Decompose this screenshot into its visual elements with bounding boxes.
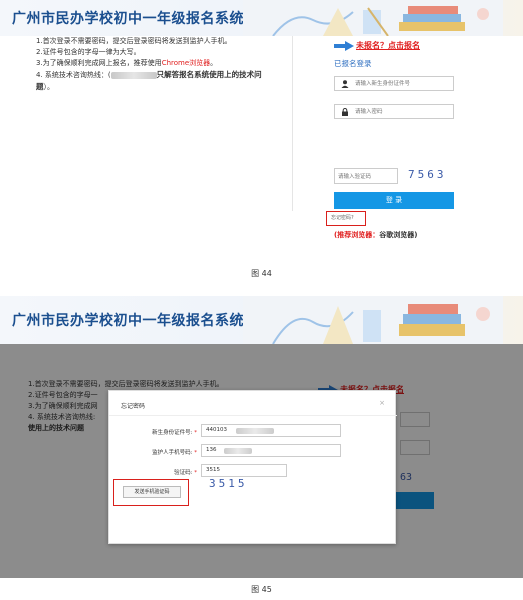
required-mark: * [192,470,197,476]
lock-icon [342,108,348,116]
phone-label-text: 监护人手机号码: [152,450,193,456]
notice-item-2: 2.证件号包含的字母一律为大写。 [36,48,141,56]
redacted-phone-suffix [224,448,252,454]
id-number-label-text: 新生身份证件号: [152,430,193,436]
id-number-input[interactable] [355,79,447,89]
dialog-captcha-image[interactable]: 3515 [209,477,248,490]
forgot-password-dialog: 忘记密码 × 新生身份证件号: * 440103 监护人手机号码: * 136 … [108,390,397,544]
redacted-id-suffix [236,428,274,434]
notice-item-3-suffix: 。 [210,59,218,67]
not-registered-link[interactable]: 未报名？点击报名 [334,38,454,52]
chrome-browser-text: Chrome浏览器 [161,59,211,67]
notice-item-3-text: 3.为了确保顺利完成网上报名，推荐使用 [36,59,162,67]
dialog-captcha-input[interactable]: 3515 [201,464,287,477]
captcha-field[interactable] [334,168,398,184]
id-number-value: 440103 [206,427,227,433]
required-mark: * [192,430,197,436]
not-registered-label: 未报名？点击报名 [356,41,420,50]
phone-value: 136 [206,447,217,453]
captcha-label: 验证码: * [115,468,197,476]
notice-list: 1.首次登录不需要密码，提交后登录密码将发送到监护人手机。 2.证件号包含的字母… [36,36,262,93]
vertical-divider [292,36,293,211]
notice-item-4-suffix: ）。 [43,83,55,91]
forgot-password-screenshot: 广州市民办学校初中一年级报名系统 1.首次登录不需要密码，提交后登录密码将发送到… [0,296,523,578]
close-icon[interactable]: × [379,399,385,407]
forgot-password-link[interactable]: 忘记密码? [326,211,366,226]
recommended-browser-tip: (推荐浏览器：谷歌浏览器) [334,230,417,240]
id-number-field[interactable] [334,76,454,91]
header-banner: 广州市民办学校初中一年级报名系统 [0,0,523,36]
password-input[interactable] [355,107,447,117]
header-decoration-illustration [243,296,503,344]
notice-item-1: 1.首次登录不需要密码，提交后登录密码将发送到监护人手机。 [36,37,232,45]
figure-caption-45: 图 45 [251,585,272,594]
dialog-phone-input[interactable]: 136 [201,444,341,457]
header-banner: 广州市民办学校初中一年级报名系统 [0,296,523,344]
browser-tip-label: (推荐浏览器： [334,231,380,239]
send-sms-code-button[interactable]: 发送手机验证码 [123,486,181,498]
login-screenshot: 广州市民办学校初中一年级报名系统 1.首次登录不需要密码，提交后登录密码将发送到… [0,0,523,258]
login-panel: 未报名？点击报名 已报名登录 7563 登 录 忘记密码? (推荐浏览器：谷歌浏… [326,34,454,254]
login-button[interactable]: 登 录 [334,192,454,209]
notice-item-4-prefix: 4. 系统技术咨询热线：( [36,71,111,79]
dialog-divider [109,415,397,416]
captcha-input[interactable] [338,172,394,181]
arrow-right-icon [334,41,354,51]
registered-login-title: 已报名登录 [334,59,372,68]
header-decoration-illustration [243,0,503,36]
browser-tip-value: 谷歌浏览器) [379,231,418,239]
captcha-image[interactable]: 7563 [408,168,447,181]
captcha-value: 3515 [206,467,220,473]
dialog-title: 忘记密码 [121,403,146,410]
user-icon [341,80,349,88]
required-mark: * [192,450,197,456]
notice-item-4: 4. 系统技术咨询热线：(只解答报名系统使用上的技术问题）。 [36,69,262,93]
notice-item-3: 3.为了确保顺利完成网上报名，推荐使用Chrome浏览器。 [36,58,262,69]
captcha-label-text: 验证码: [174,470,193,476]
phone-label: 监护人手机号码: * [115,448,197,456]
password-field[interactable] [334,104,454,119]
dialog-id-number-input[interactable]: 440103 [201,424,341,437]
redacted-phone [110,71,157,79]
id-number-label: 新生身份证件号: * [115,428,197,436]
figure-caption-44: 图 44 [251,269,272,278]
